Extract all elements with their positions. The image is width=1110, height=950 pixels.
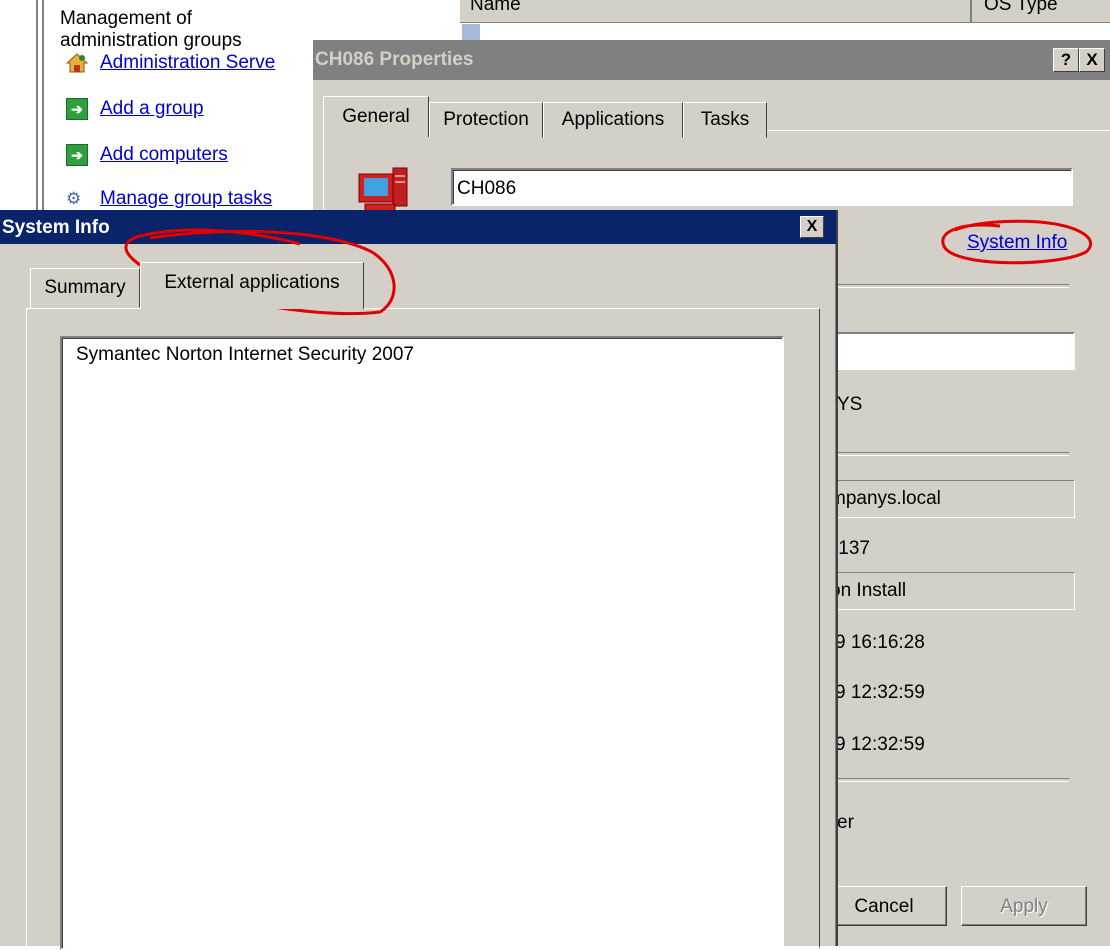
column-divider xyxy=(970,0,972,22)
cancel-button[interactable]: Cancel xyxy=(821,886,947,926)
green-arrow-icon: ➔ xyxy=(66,98,88,120)
domain-field: mpanys.local xyxy=(825,480,1075,518)
task-add-computers[interactable]: ➔ Add computers xyxy=(66,144,228,166)
status-field: on Install xyxy=(825,572,1075,610)
task-link-label[interactable]: Add a group xyxy=(100,98,204,120)
timestamp-value: 9 12:32:59 xyxy=(835,734,925,755)
column-os-type[interactable]: OS Type xyxy=(984,0,1058,16)
system-info-title: System Info xyxy=(2,217,110,238)
computer-name-field[interactable]: CH086 xyxy=(451,168,1073,206)
close-button[interactable]: X xyxy=(800,216,824,238)
tab-summary[interactable]: Summary xyxy=(30,268,140,308)
timestamp-value: 9 16:16:28 xyxy=(835,632,925,653)
text-field[interactable] xyxy=(825,332,1075,370)
task-link-label[interactable]: Add computers xyxy=(100,144,228,166)
system-info-link[interactable]: System Info xyxy=(967,232,1067,254)
task-link-label[interactable]: Manage group tasks xyxy=(100,188,272,210)
green-arrow-icon: ➔ xyxy=(66,144,88,166)
field-value-fragment: er xyxy=(837,812,854,833)
tab-general[interactable]: General xyxy=(323,96,429,137)
apply-button[interactable]: Apply xyxy=(961,886,1087,926)
gear-icon: ⚙ xyxy=(66,189,82,208)
task-pane-header: Management of administration groups xyxy=(60,8,242,51)
separator xyxy=(833,778,1069,782)
house-icon xyxy=(65,53,89,73)
tab-external-applications[interactable]: External applications xyxy=(140,262,364,309)
tab-applications[interactable]: Applications xyxy=(543,102,683,138)
list-item[interactable]: Symantec Norton Internet Security 2007 xyxy=(76,344,414,366)
list-column-header: Name OS Type xyxy=(460,0,1110,23)
task-administration-server[interactable]: Administration Serve xyxy=(65,52,275,74)
column-name[interactable]: Name xyxy=(470,0,521,16)
properties-title: CH086 Properties xyxy=(315,49,474,70)
timestamp-value: 9 12:32:59 xyxy=(835,682,925,703)
field-value-fragment: YS xyxy=(837,394,863,415)
system-info-title-bar[interactable]: System Info X xyxy=(0,210,836,244)
separator xyxy=(833,452,1069,456)
properties-title-bar[interactable]: CH086 Properties ? X xyxy=(313,40,1110,80)
task-add-group[interactable]: ➔ Add a group xyxy=(66,98,204,120)
help-button[interactable]: ? xyxy=(1053,48,1079,72)
task-link-label[interactable]: Administration Serve xyxy=(100,52,275,74)
computer-icon xyxy=(462,24,480,40)
system-info-dialog: System Info X Summary External applicati… xyxy=(0,210,838,950)
task-manage-group-tasks[interactable]: ⚙ Manage group tasks xyxy=(66,188,272,210)
tab-protection[interactable]: Protection xyxy=(429,102,543,138)
close-button[interactable]: X xyxy=(1079,48,1105,72)
tab-tasks[interactable]: Tasks xyxy=(683,102,767,138)
ip-address-value: .137 xyxy=(833,538,870,559)
external-applications-list[interactable]: Symantec Norton Internet Security 2007 xyxy=(60,336,784,950)
separator xyxy=(833,284,1069,288)
computer-icon xyxy=(357,164,413,216)
